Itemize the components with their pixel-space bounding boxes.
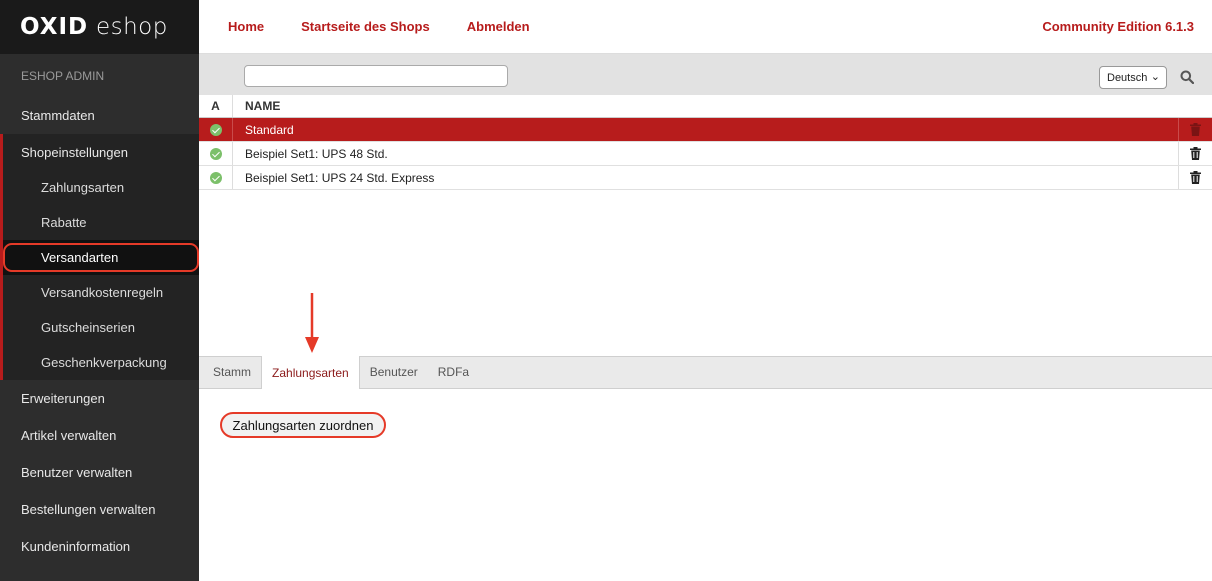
- table-row[interactable]: Beispiel Set1: UPS 24 Std. Express: [199, 166, 1212, 190]
- sidebar-subitem-versandkostenregeln[interactable]: Versandkostenregeln: [3, 275, 199, 310]
- row-name[interactable]: Beispiel Set1: UPS 48 Std.: [233, 142, 1178, 165]
- sidebar-subitem-rabatte[interactable]: Rabatte: [3, 205, 199, 240]
- sidebar-item-kundeninformation[interactable]: Kundeninformation: [0, 528, 199, 565]
- tab-benutzer[interactable]: Benutzer: [360, 356, 428, 388]
- oxid-logo[interactable]: OXID eshop: [0, 0, 199, 54]
- tab-stamm[interactable]: Stamm: [199, 356, 261, 388]
- sidebar-group-shopeinstellungen: Shopeinstellungen Zahlungsarten Rabatte …: [0, 134, 199, 380]
- edition-label: Community Edition 6.1.3: [1042, 19, 1194, 34]
- logo-product: eshop: [95, 14, 168, 40]
- trash-icon[interactable]: [1190, 123, 1201, 136]
- trash-icon[interactable]: [1190, 147, 1201, 160]
- sidebar-bottom: Erweiterungen Artikel verwalten Benutzer…: [0, 380, 199, 565]
- active-cell: [199, 142, 233, 165]
- assign-payment-methods-button[interactable]: Zahlungsarten zuordnen: [220, 412, 386, 438]
- sidebar-item-benutzer[interactable]: Benutzer verwalten: [0, 454, 199, 491]
- logout-link[interactable]: Abmelden: [467, 19, 530, 34]
- sidebar-header: ESHOP ADMIN: [21, 68, 105, 83]
- shop-start-link[interactable]: Startseite des Shops: [301, 19, 430, 34]
- sidebar-subitem-geschenkverpackung[interactable]: Geschenkverpackung: [3, 345, 199, 380]
- active-cell: [199, 118, 233, 141]
- top-navigation: Home Startseite des Shops Abmelden Commu…: [199, 0, 1212, 54]
- table-row[interactable]: Standard: [199, 118, 1212, 142]
- sidebar-item-stammdaten[interactable]: Stammdaten: [0, 97, 199, 134]
- active-check-icon: [209, 147, 222, 160]
- table-row[interactable]: Beispiel Set1: UPS 48 Std.: [199, 142, 1212, 166]
- column-active-header[interactable]: A: [199, 95, 233, 117]
- table-header: A NAME: [199, 95, 1212, 118]
- sidebar-subitem-zahlungsarten[interactable]: Zahlungsarten: [3, 170, 199, 205]
- arrow-down-icon: [305, 293, 319, 353]
- home-link[interactable]: Home: [228, 19, 264, 34]
- search-icon[interactable]: [1180, 70, 1194, 84]
- row-name[interactable]: Beispiel Set1: UPS 24 Std. Express: [233, 166, 1178, 189]
- sidebar-item-bestellungen[interactable]: Bestellungen verwalten: [0, 491, 199, 528]
- logo-brand: OXID: [20, 14, 89, 40]
- language-select-value: Deutsch: [1107, 71, 1148, 84]
- sidebar-subitem-gutscheinserien[interactable]: Gutscheinserien: [3, 310, 199, 345]
- detail-tabs: Stamm Zahlungsarten Benutzer RDFa: [199, 356, 1212, 389]
- delete-cell: [1178, 118, 1212, 141]
- filter-bar: Deutsch ⌄: [199, 54, 1212, 95]
- shipping-methods-table: A NAME Standard Beispiel Set1: UPS 48 St…: [199, 95, 1212, 190]
- sidebar-item-artikel[interactable]: Artikel verwalten: [0, 417, 199, 454]
- column-name-header[interactable]: NAME: [233, 95, 1212, 117]
- trash-icon[interactable]: [1190, 171, 1201, 184]
- delete-cell: [1178, 142, 1212, 165]
- sidebar: OXID eshop ESHOP ADMIN Stammdaten Shopei…: [0, 0, 199, 581]
- language-select[interactable]: Deutsch ⌄: [1099, 66, 1167, 89]
- row-name[interactable]: Standard: [233, 118, 1178, 141]
- sidebar-subitem-versandarten[interactable]: Versandarten: [3, 240, 199, 275]
- sidebar-item-shopeinstellungen[interactable]: Shopeinstellungen: [3, 134, 199, 170]
- active-cell: [199, 166, 233, 189]
- sidebar-item-erweiterungen[interactable]: Erweiterungen: [0, 380, 199, 417]
- tab-rdfa[interactable]: RDFa: [428, 356, 479, 388]
- name-filter-input[interactable]: [244, 65, 508, 87]
- highlight-outline: [3, 243, 199, 272]
- active-check-icon: [209, 171, 222, 184]
- active-check-icon: [209, 123, 222, 136]
- chevron-down-icon: ⌄: [1150, 71, 1160, 83]
- tab-zahlungsarten[interactable]: Zahlungsarten: [261, 356, 360, 389]
- delete-cell: [1178, 166, 1212, 189]
